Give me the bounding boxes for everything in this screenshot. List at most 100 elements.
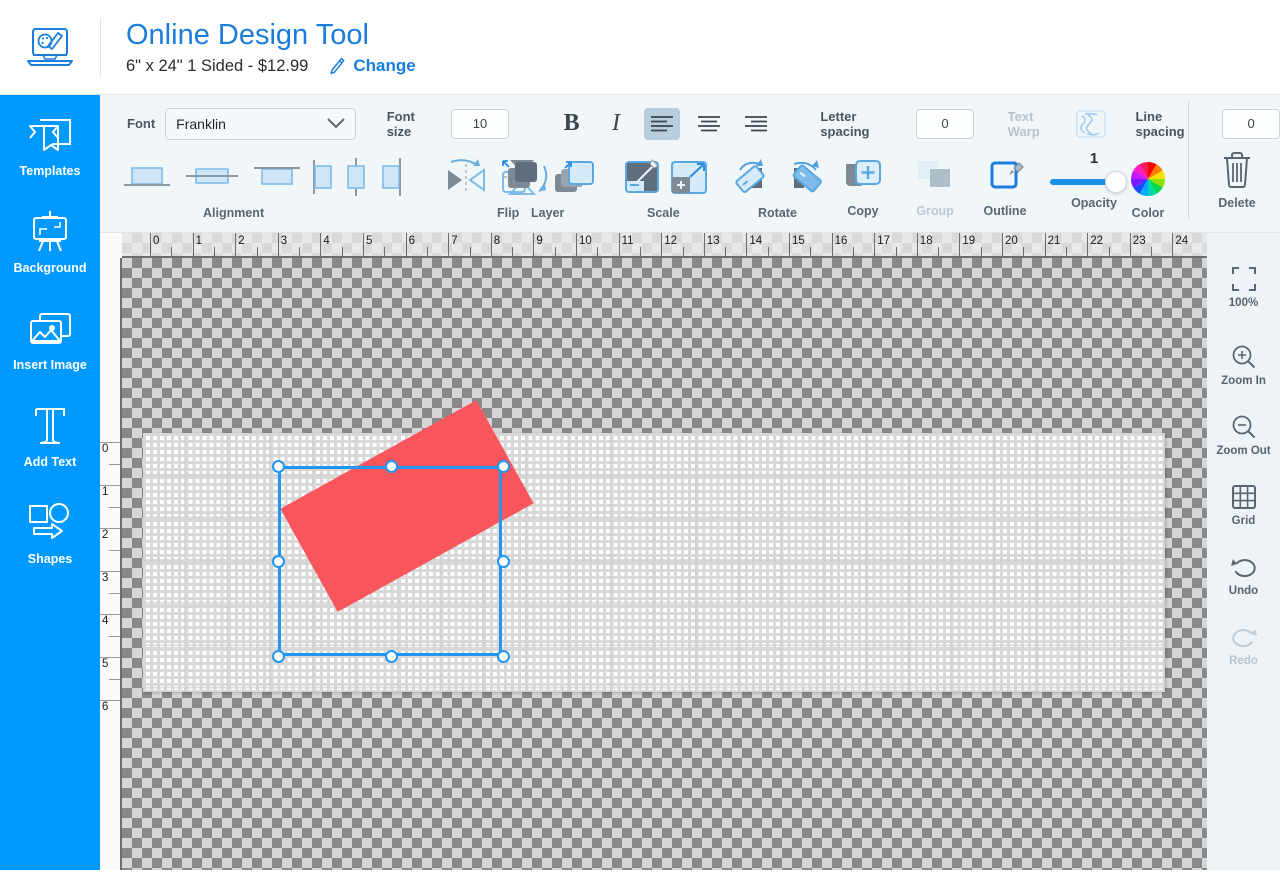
ruler-half-tick	[171, 247, 173, 256]
grid-button[interactable]: Grid	[1207, 475, 1280, 535]
ruler-label: 2	[102, 529, 109, 541]
bold-button[interactable]: B	[555, 107, 588, 141]
letter-spacing-input[interactable]: 0	[915, 108, 974, 139]
zoom-in-button[interactable]: Zoom In	[1207, 335, 1280, 395]
sidebar-item-label: Shapes	[27, 551, 73, 566]
shapes-icon	[26, 498, 74, 544]
handle-middle-right[interactable]	[497, 555, 510, 568]
grid-icon	[1231, 484, 1256, 509]
handle-middle-left[interactable]	[272, 555, 285, 568]
ruler-label: 0	[102, 443, 109, 455]
ruler-half-tick	[109, 506, 120, 508]
tool-label: Rotate	[758, 206, 797, 220]
handle-top-left[interactable]	[272, 460, 285, 473]
ruler-label: 15	[792, 235, 805, 247]
rb-label: Undo	[1228, 584, 1259, 597]
design-surface[interactable]	[143, 400, 1165, 692]
ruler-half-tick	[512, 247, 514, 256]
ruler-label: 4	[323, 235, 330, 247]
bring-forward-icon	[555, 161, 594, 192]
scale-group[interactable]: Scale	[618, 154, 712, 220]
selection-bounding-box[interactable]	[272, 460, 510, 663]
sidebar-item-shapes[interactable]: Shapes	[0, 483, 100, 580]
ruler-half-tick	[639, 247, 641, 256]
line-spacing-input[interactable]: 0	[1222, 108, 1280, 139]
ruler-label: 6	[102, 701, 109, 713]
align-top	[124, 167, 170, 186]
rb-label: Zoom Out	[1216, 444, 1271, 457]
tool-label: Layer	[531, 206, 565, 220]
right-toolbar: 100% Zoom In Zoom Out Grid Undo Redo	[1207, 233, 1280, 870]
copy-group[interactable]: Copy	[840, 154, 886, 218]
font-select-value: Franklin	[176, 115, 226, 132]
sidebar-item-insert-image[interactable]: Insert Image	[0, 289, 100, 386]
handle-bottom-center[interactable]	[385, 650, 398, 663]
rotate-icon	[730, 154, 828, 200]
color-group[interactable]: Color	[1128, 156, 1168, 220]
templates-icon	[26, 110, 74, 156]
font-select[interactable]: Franklin	[165, 107, 356, 140]
product-spec: 6" x 24" 1 Sided - $12.99	[126, 56, 309, 75]
opacity-value: 1	[1089, 150, 1099, 167]
ruler-half-tick	[980, 247, 982, 256]
align-center-button[interactable]	[691, 108, 727, 140]
layer-group[interactable]: Layer	[495, 154, 601, 220]
group-group[interactable]: Group	[912, 154, 958, 218]
alignment-group[interactable]: Alignment	[118, 154, 358, 220]
rb-label: Grid	[1231, 514, 1256, 527]
ruler-label: 6	[408, 235, 415, 247]
letter-spacing-label: Letter spacing	[820, 108, 870, 139]
align-left-button[interactable]	[643, 107, 680, 140]
sidebar-item-background[interactable]: Background	[0, 192, 100, 289]
align-bottom	[254, 167, 300, 185]
rb-label: 100%	[1228, 296, 1259, 309]
ruler-label: 9	[536, 235, 543, 247]
rotate-group[interactable]: Rotate	[730, 154, 828, 220]
toolbar: Font Franklin Font size 10 B I Letter sp…	[100, 95, 1280, 233]
italic-button[interactable]: I	[600, 107, 633, 141]
change-link[interactable]: Change	[353, 56, 415, 76]
handle-bottom-left[interactable]	[272, 650, 285, 663]
ruler-label: 18	[919, 235, 933, 247]
bottom-strip	[100, 870, 1280, 890]
font-size-input[interactable]: 10	[451, 108, 509, 139]
opacity-slider-icon[interactable]	[1050, 171, 1138, 193]
outline-icon	[982, 154, 1028, 200]
outline-group[interactable]: Outline	[982, 154, 1028, 218]
tool-label: Color	[1131, 206, 1165, 220]
alignment-icon	[118, 154, 358, 200]
ruler-corner	[100, 233, 122, 258]
align-center-obj-button[interactable]	[340, 154, 372, 200]
ruler-half-tick	[109, 463, 120, 465]
sidebar-item-templates[interactable]: Templates	[0, 95, 100, 192]
ruler-half-tick	[384, 247, 386, 256]
left-sidebar: Templates Background Insert Image Add Te…	[0, 95, 100, 870]
undo-button[interactable]: Undo	[1207, 545, 1280, 605]
ruler-half-tick	[109, 592, 120, 594]
align-right-button[interactable]	[738, 108, 774, 140]
tool-label: Copy	[847, 204, 879, 218]
image-icon	[26, 304, 74, 350]
redo-button[interactable]: Redo	[1207, 615, 1280, 675]
text-warp-button[interactable]	[1075, 108, 1107, 140]
header-text-block: Online Design Tool 6" x 24" 1 Sided - $1…	[126, 18, 416, 76]
ruler-label: 1	[195, 235, 202, 247]
product-summary-row: 6" x 24" 1 Sided - $12.99 Change	[126, 56, 416, 76]
bottom-left-filler	[0, 870, 100, 890]
handle-bottom-right[interactable]	[497, 650, 510, 663]
font-size-value: 10	[472, 116, 488, 131]
ruler-half-tick	[109, 549, 120, 551]
tool-label: Alignment	[203, 206, 265, 220]
canvas-area[interactable]: 0 1 2 3 4 5 6 7 8 9 10 11 12 13 14 15 16 17 18 19 20 21 22 23 24…	[100, 233, 1207, 870]
toolbar-object-row: Alignment Flip Layer Scale Rotate Copy G…	[100, 150, 1280, 233]
handle-top-right[interactable]	[497, 460, 510, 473]
ruler-label: 13	[706, 235, 720, 247]
delete-group[interactable]: Delete	[1216, 146, 1258, 210]
align-center-obj-icon	[340, 154, 372, 200]
ruler-half-tick	[852, 247, 854, 256]
handle-top-center[interactable]	[385, 460, 398, 473]
zoom-out-button[interactable]: Zoom Out	[1207, 405, 1280, 465]
zoom-100-button[interactable]: 100%	[1207, 257, 1280, 317]
sidebar-item-add-text[interactable]: Add Text	[0, 386, 100, 483]
ruler-half-tick	[1108, 247, 1110, 256]
